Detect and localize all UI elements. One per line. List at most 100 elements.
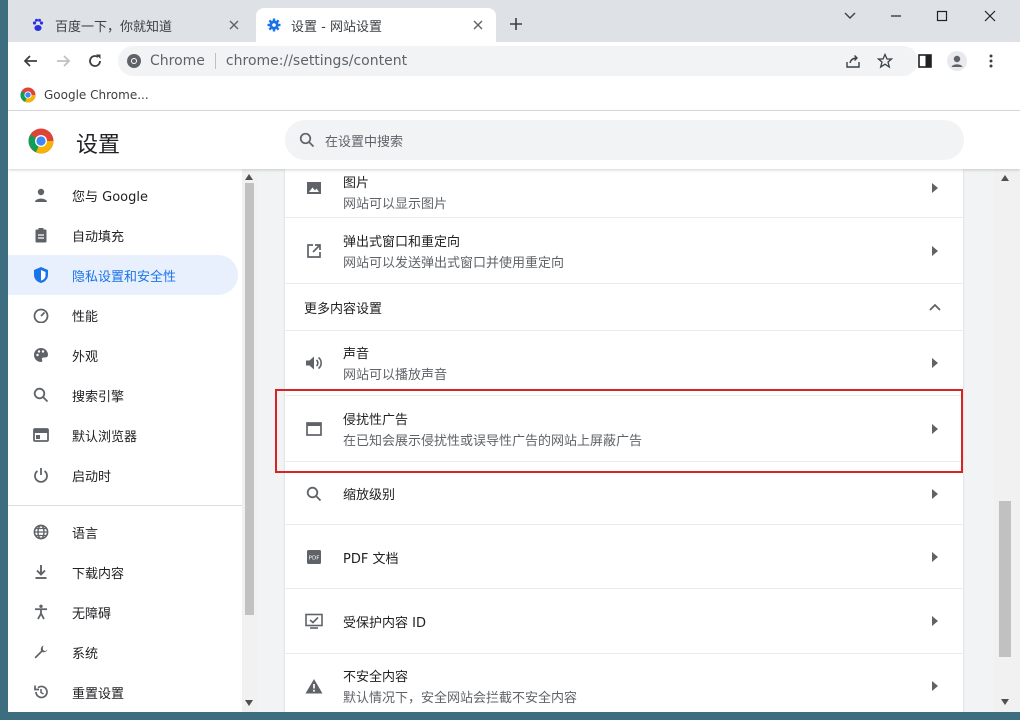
new-tab-button[interactable] [506, 14, 526, 34]
bookmark-label: Google Chrome... [44, 88, 149, 102]
sidebar-item-label: 无障碍 [72, 606, 112, 622]
search-placeholder: 在设置中搜索 [325, 134, 404, 150]
scroll-up-icon[interactable] [243, 171, 255, 183]
address-bar[interactable]: Chrome chrome://settings/content [118, 46, 918, 76]
sidebar-item-system[interactable]: 系统 [8, 632, 238, 672]
setting-subtitle: 默认情况下，安全网站会拦截不安全内容 [343, 691, 578, 706]
shield-icon [31, 265, 51, 285]
more-content-settings-header[interactable]: 更多内容设置 [285, 283, 963, 330]
svg-text:PDF: PDF [309, 556, 320, 562]
speedometer-icon [31, 305, 51, 325]
sidebar-item-label: 下载内容 [72, 566, 125, 582]
scroll-down-icon[interactable] [999, 696, 1011, 708]
sidebar-item-privacy-security[interactable]: 隐私设置和安全性 [8, 255, 238, 295]
chevron-right-icon [925, 611, 945, 631]
sidebar-item-appearance[interactable]: 外观 [8, 335, 238, 375]
chevron-right-icon [925, 353, 945, 373]
chevron-right-icon [925, 241, 945, 261]
content-scroll-thumb[interactable] [999, 501, 1011, 657]
setting-row-sound[interactable]: 声音 网站可以播放声音 [285, 330, 963, 395]
close-tab-icon[interactable] [470, 17, 486, 33]
zoom-icon [303, 483, 325, 505]
bookmark-star-button[interactable] [874, 50, 896, 72]
sidebar-item-performance[interactable]: 性能 [8, 295, 238, 335]
sidebar-item-label: 重置设置 [72, 686, 125, 702]
setting-title: PDF 文档 [343, 551, 399, 567]
forward-button[interactable] [52, 50, 74, 72]
share-button[interactable] [842, 50, 864, 72]
sidebar-item-label: 外观 [72, 349, 99, 365]
sidebar-item-accessibility[interactable]: 无障碍 [8, 592, 238, 632]
sidebar-item-default-browser[interactable]: 默认浏览器 [8, 415, 238, 455]
setting-row-pdf-documents[interactable]: PDF PDF 文档 [285, 524, 963, 589]
clipboard-icon [31, 225, 51, 245]
sidebar-item-on-startup[interactable]: 启动时 [8, 455, 238, 495]
sidebar-item-autofill[interactable]: 自动填充 [8, 215, 238, 255]
chevron-right-icon [925, 419, 945, 439]
tab-strip: 百度一下，你就知道 设置 - 网站设置 [8, 0, 1020, 42]
sidebar-item-you-and-google[interactable]: 您与 Google [8, 175, 238, 215]
sidebar-scrollbar[interactable] [242, 169, 257, 712]
download-icon [31, 562, 51, 582]
close-tab-icon[interactable] [226, 17, 242, 33]
more-vertical-icon [989, 54, 993, 68]
bookmark-item[interactable]: Google Chrome... [20, 85, 149, 105]
sidebar-item-languages[interactable]: 语言 [8, 512, 238, 552]
content-scrollbar[interactable] [994, 169, 1020, 712]
maximize-button[interactable] [930, 4, 954, 28]
tab-baidu[interactable]: 百度一下，你就知道 [20, 8, 252, 42]
setting-row-popups-redirects[interactable]: 弹出式窗口和重定向 网站可以发送弹出式窗口并使用重定向 [285, 217, 963, 283]
star-icon [877, 53, 893, 69]
omnibox-divider [214, 53, 216, 69]
warning-icon [303, 675, 325, 697]
maximize-icon [936, 10, 948, 22]
reload-icon [89, 54, 101, 67]
setting-title: 侵扰性广告 [343, 412, 409, 428]
popup-icon [303, 240, 325, 262]
reload-button[interactable] [84, 50, 106, 72]
chrome-logo-icon [28, 128, 54, 154]
settings-header: 设置 在设置中搜索 [8, 111, 1020, 169]
setting-row-zoom-levels[interactable]: 缩放级别 [285, 461, 963, 525]
search-icon [299, 132, 315, 148]
setting-row-protected-content[interactable]: 受保护内容 ID [285, 588, 963, 653]
browser-icon [31, 425, 51, 445]
sidebar-divider [8, 505, 244, 506]
side-panel-button[interactable] [914, 50, 936, 72]
minimize-button[interactable] [884, 4, 908, 28]
chevron-up-icon[interactable] [925, 297, 945, 317]
setting-row-images[interactable]: 图片 网站可以显示图片 [285, 169, 963, 216]
sidebar-scroll-thumb[interactable] [245, 183, 254, 615]
setting-row-intrusive-ads[interactable]: 侵扰性广告 在已知会展示侵扰性或误导性广告的网站上屏蔽广告 [285, 395, 963, 461]
sidebar-item-downloads[interactable]: 下载内容 [8, 552, 238, 592]
scroll-down-icon[interactable] [243, 697, 255, 709]
scroll-up-icon[interactable] [999, 172, 1011, 184]
site-label: Chrome [150, 53, 205, 69]
setting-title: 缩放级别 [343, 488, 396, 503]
sidebar-item-search-engine[interactable]: 搜索引擎 [8, 375, 238, 415]
bookmarks-bar: Google Chrome... [8, 80, 1020, 111]
back-button[interactable] [20, 50, 42, 72]
menu-button[interactable] [980, 50, 1002, 72]
setting-row-insecure-content[interactable]: 不安全内容 默认情况下，安全网站会拦截不安全内容 [285, 653, 963, 712]
pdf-icon: PDF [303, 546, 325, 568]
tab-settings[interactable]: 设置 - 网站设置 [256, 8, 496, 42]
url-text[interactable]: chrome://settings/content [226, 53, 407, 69]
wrench-icon [31, 642, 51, 662]
palette-icon [31, 345, 51, 365]
settings-search-input[interactable]: 在设置中搜索 [285, 120, 964, 160]
avatar-icon [947, 51, 967, 71]
setting-title: 不安全内容 [343, 670, 409, 685]
power-icon [31, 465, 51, 485]
setting-subtitle: 网站可以发送弹出式窗口并使用重定向 [343, 255, 565, 271]
site-info[interactable]: Chrome [126, 53, 205, 69]
side-panel-icon [918, 54, 932, 68]
sidebar-item-reset-settings[interactable]: 重置设置 [8, 672, 238, 712]
profile-button[interactable] [946, 50, 968, 72]
tab-search-button[interactable] [838, 4, 862, 28]
share-icon [846, 55, 860, 68]
close-window-button[interactable] [978, 4, 1002, 28]
page-title: 设置 [76, 133, 121, 158]
sidebar-item-label: 默认浏览器 [72, 429, 138, 445]
globe-icon [31, 522, 51, 542]
